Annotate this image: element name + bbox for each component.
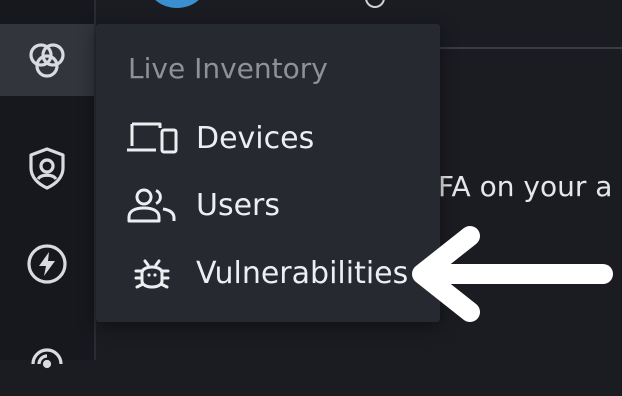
live-inventory-flyout-menu: Live Inventory Devices Users Vulnerabili…: [96, 24, 440, 322]
overlapping-circles-icon: [29, 43, 65, 78]
nav-item-radar[interactable]: [0, 324, 94, 396]
radar-icon: [31, 348, 63, 369]
lightning-bolt-icon: [27, 244, 67, 284]
top-header-glyph: [365, 0, 385, 8]
nav-item-activity[interactable]: [0, 228, 94, 300]
annotation-arrow-icon: [412, 226, 613, 322]
devices-icon: [126, 118, 178, 158]
menu-item-label: Vulnerabilities: [196, 255, 409, 291]
sidebar: [0, 0, 96, 369]
shield-person-icon: [29, 147, 65, 190]
nav-item-protection[interactable]: [0, 132, 94, 204]
users-icon: [126, 185, 178, 225]
nav-item-inventory[interactable]: [0, 24, 94, 96]
page-body-text: FA on your a: [438, 170, 613, 203]
bug-icon: [126, 253, 178, 293]
menu-item-label: Devices: [196, 120, 315, 156]
menu-item-vulnerabilities[interactable]: Vulnerabilities: [126, 249, 408, 297]
menu-item-users[interactable]: Users: [126, 181, 280, 229]
menu-item-label: Users: [196, 187, 281, 223]
avatar[interactable]: [148, 0, 206, 8]
flyout-title: Live Inventory: [128, 52, 328, 85]
menu-item-devices[interactable]: Devices: [126, 114, 314, 162]
